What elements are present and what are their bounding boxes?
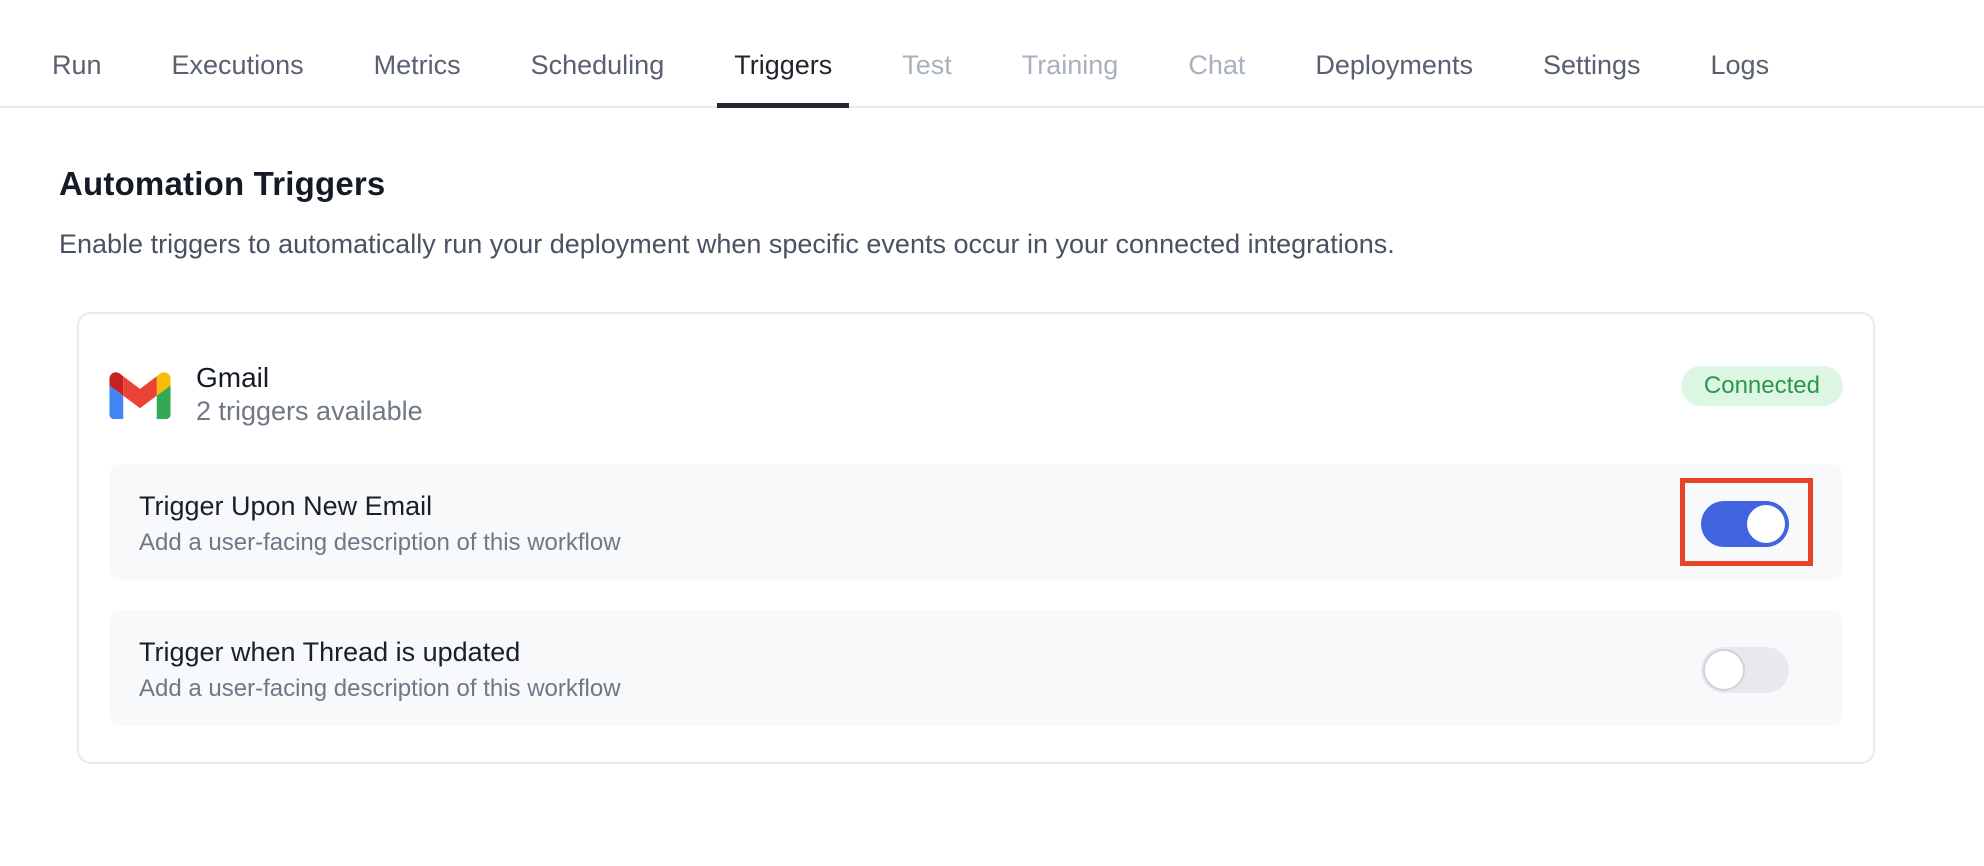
tab-chat[interactable]: Chat (1171, 48, 1262, 106)
trigger-title: Trigger when Thread is updated (139, 636, 621, 668)
tab-test[interactable]: Test (885, 48, 969, 106)
tab-executions[interactable]: Executions (155, 48, 321, 106)
trigger-description: Add a user-facing description of this wo… (139, 674, 621, 704)
toggle-knob (1705, 651, 1743, 689)
trigger-toggle-thread-updated[interactable] (1701, 647, 1789, 693)
tab-triggers[interactable]: Triggers (717, 48, 849, 106)
tab-scheduling[interactable]: Scheduling (514, 48, 682, 106)
toggle-wrap (1701, 501, 1789, 547)
tab-training[interactable]: Training (1005, 48, 1136, 106)
tab-metrics[interactable]: Metrics (357, 48, 478, 106)
tab-deployments[interactable]: Deployments (1298, 48, 1490, 106)
integration-card-gmail: Gmail 2 triggers available Connected Tri… (77, 312, 1875, 764)
page-title: Automation Triggers (59, 164, 1896, 204)
integration-subtitle: 2 triggers available (196, 394, 423, 428)
tab-bar: Run Executions Metrics Scheduling Trigge… (0, 0, 1984, 108)
toggle-knob (1747, 505, 1785, 543)
trigger-title: Trigger Upon New Email (139, 490, 621, 522)
integration-name: Gmail (196, 362, 423, 394)
tab-settings[interactable]: Settings (1526, 48, 1658, 106)
trigger-texts: Trigger when Thread is updated Add a use… (139, 636, 621, 704)
trigger-texts: Trigger Upon New Email Add a user-facing… (139, 490, 621, 558)
tab-logs[interactable]: Logs (1694, 48, 1787, 106)
triggers-page: Automation Triggers Enable triggers to a… (0, 164, 1984, 764)
connected-status-badge: Connected (1681, 366, 1843, 406)
trigger-row-thread-updated: Trigger when Thread is updated Add a use… (109, 610, 1843, 726)
page-description: Enable triggers to automatically run you… (59, 226, 1896, 262)
integration-titles: Gmail 2 triggers available (196, 362, 423, 428)
integration-header: Gmail 2 triggers available Connected (109, 362, 1843, 428)
gmail-icon (109, 372, 171, 419)
trigger-description: Add a user-facing description of this wo… (139, 528, 621, 558)
tab-run[interactable]: Run (35, 48, 119, 106)
toggle-wrap (1701, 647, 1789, 693)
trigger-toggle-new-email[interactable] (1701, 501, 1789, 547)
trigger-row-new-email: Trigger Upon New Email Add a user-facing… (109, 464, 1843, 580)
